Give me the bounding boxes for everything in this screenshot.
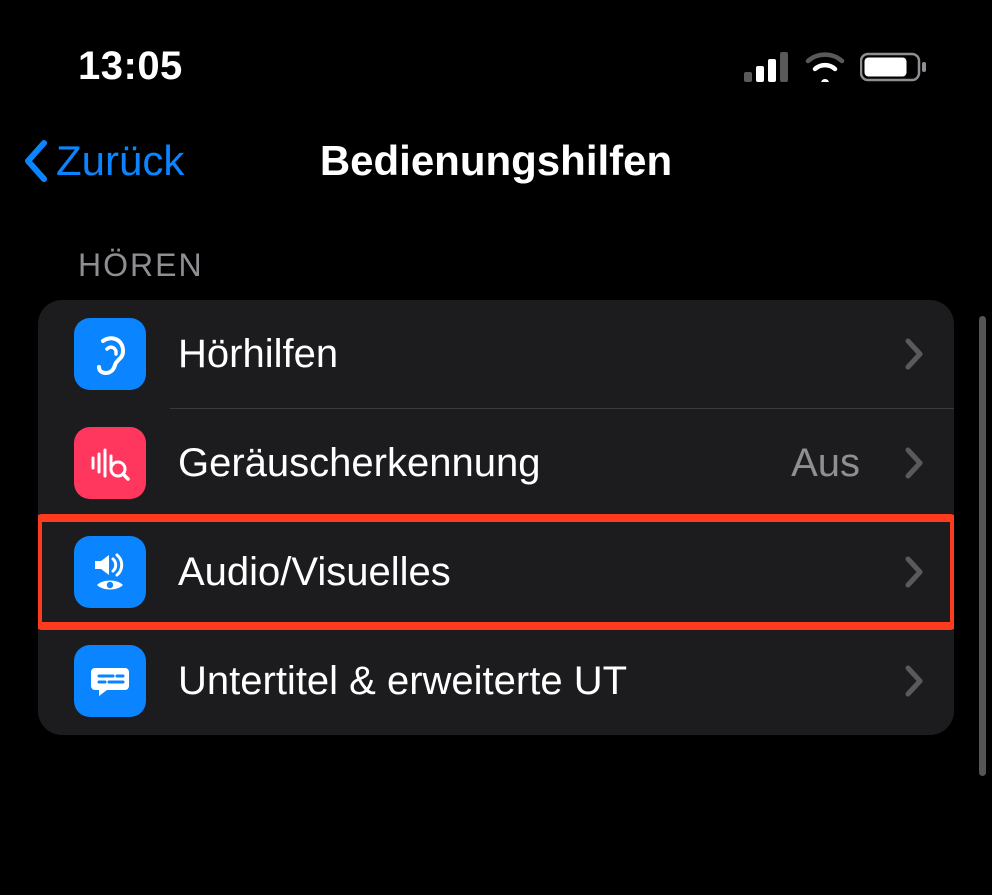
row-sound-recognition[interactable]: Geräuscherkennung Aus xyxy=(38,409,954,517)
chevron-right-icon xyxy=(904,555,926,589)
status-time: 13:05 xyxy=(78,44,183,89)
status-bar: 13:05 xyxy=(0,0,992,119)
row-hearing-aids[interactable]: Hörhilfen xyxy=(38,300,954,408)
row-label: Audio/Visuelles xyxy=(178,550,872,595)
speaker-eye-icon xyxy=(74,536,146,608)
row-label: Hörhilfen xyxy=(178,332,872,377)
row-subtitles[interactable]: Untertitel & erweiterte UT xyxy=(38,627,954,735)
sound-wave-search-icon xyxy=(74,427,146,499)
row-audio-visual[interactable]: Audio/Visuelles xyxy=(38,518,954,626)
wifi-icon xyxy=(804,52,846,82)
section-header-hoeren: HÖREN xyxy=(78,247,992,284)
row-label: Untertitel & erweiterte UT xyxy=(178,659,872,704)
page-title: Bedienungshilfen xyxy=(0,137,992,185)
cellular-signal-icon xyxy=(744,52,790,82)
row-value: Aus xyxy=(791,441,860,486)
settings-screen: 13:05 xyxy=(0,0,992,895)
ear-icon xyxy=(74,318,146,390)
battery-icon xyxy=(860,52,928,82)
subtitles-icon xyxy=(74,645,146,717)
row-label: Geräuscherkennung xyxy=(178,441,759,486)
chevron-right-icon xyxy=(904,337,926,371)
nav-bar: Zurück Bedienungshilfen xyxy=(0,119,992,203)
chevron-right-icon xyxy=(904,664,926,698)
settings-list: Hörhilfen Geräuscherkennung Aus xyxy=(38,300,954,735)
status-icons xyxy=(744,52,928,82)
chevron-right-icon xyxy=(904,446,926,480)
scroll-indicator xyxy=(979,316,986,776)
